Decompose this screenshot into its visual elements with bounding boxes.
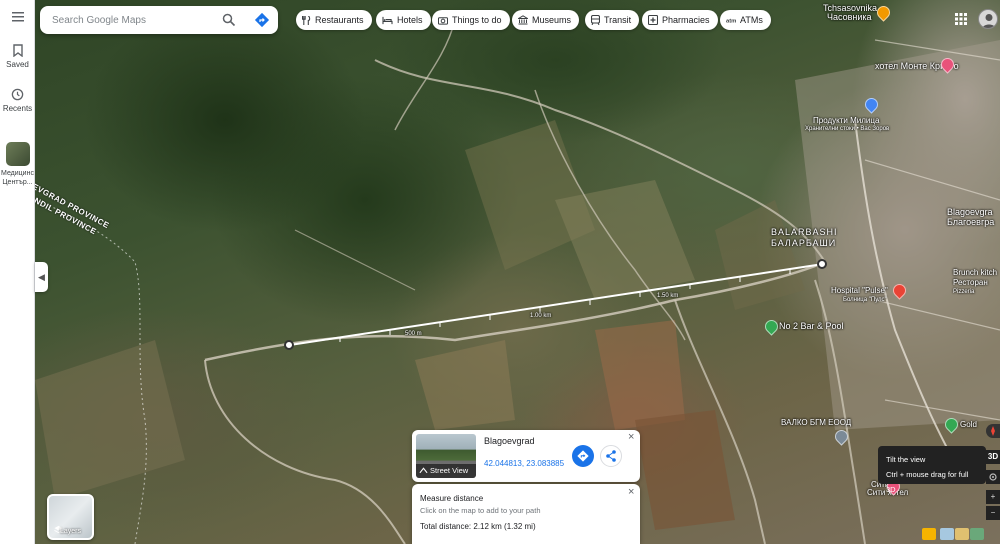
map-label-poi: Gold [960,420,977,429]
map-label-poi: Продукти Милица [813,116,880,125]
map-label-city: Благоевгра [947,217,995,227]
chip-label: Pharmacies [662,15,710,25]
measure-distance-card: Measure distance Click on the map to add… [412,484,640,544]
zoom-in-button[interactable]: + [986,490,1000,504]
directions-icon [577,450,589,462]
imagery-thumbnail[interactable] [940,528,954,540]
map-label-neighborhood: BALARBASHI [771,227,838,237]
map-label-poi: ВАЛКО БГМ ЕООД [781,418,852,427]
chevron-left-icon: ◀ [38,272,45,282]
map-label-poi: Болница "Пулс" [843,297,887,303]
museum-icon [518,15,528,25]
map-label-distance: 1.00 km [530,313,552,319]
recents-button[interactable]: Recents [0,88,35,113]
chip-label: Hotels [397,15,423,25]
search-box [40,6,278,34]
zoom-out-label: − [990,508,996,517]
saved-button[interactable]: Saved [0,44,35,69]
apps-grid-icon[interactable] [955,12,967,30]
my-location-button[interactable] [986,470,1000,484]
search-input[interactable] [52,12,212,28]
account-avatar[interactable] [978,9,998,29]
bookmark-icon [12,44,23,57]
chip-transit[interactable]: Transit [585,10,640,30]
map-label-distance: 1.50 km [657,293,679,299]
street-view-label[interactable]: Street View [416,464,476,478]
atm-icon: atm [726,19,736,25]
street-view-text: Street View [430,466,469,475]
map-label-poi: Хранителни стоки • Вас Зоров [805,126,890,132]
zoom-out-button[interactable]: − [986,506,1000,520]
3d-label: 3D [987,452,999,461]
pharmacy-icon [648,15,658,25]
chip-label: ATMs [740,15,763,25]
recents-label: Recents [2,104,33,113]
tilt-title: Tilt the view [886,455,926,464]
chip-hotels[interactable]: Hotels [376,10,431,30]
restaurant-icon [302,15,311,25]
map-label-poi: Ресторан [953,278,988,287]
directions-icon[interactable] [254,12,270,33]
chip-atms[interactable]: atm ATMs [720,10,771,30]
place-info-card: Street View Blagoevgrad 42.044813, 23.08… [412,430,640,482]
chip-pharmacies[interactable]: Pharmacies [642,10,718,30]
zoom-in-label: + [990,492,996,501]
chip-label: Things to do [452,15,502,25]
imagery-thumbnail[interactable] [970,528,984,540]
directions-button[interactable] [572,445,594,467]
measure-end-point[interactable] [817,259,827,269]
transit-icon [591,15,600,25]
recent-place-label: Медицинс Център... [1,170,34,186]
map-label-poi: No 2 Bar & Pool [779,321,844,331]
compass-icon [991,426,995,436]
layers-button[interactable]: Layers [47,494,94,540]
map-label-poi: Brunch kitch [953,268,998,277]
measure-total-distance: Total distance: 2.12 km (1.32 mi) [420,522,536,531]
hotel-icon [382,16,393,24]
location-icon [989,473,997,481]
3d-toggle-button[interactable]: 3D [986,450,1000,464]
close-icon[interactable]: × [628,432,634,443]
map-label-distance: 500 m [405,331,422,337]
search-icon[interactable] [222,13,236,32]
chip-restaurants[interactable]: Restaurants [296,10,372,30]
left-rail: Saved Recents Медицинс Център... [0,0,35,544]
tilt-tooltip: Tilt the view Ctrl + mouse drag for full… [878,446,986,494]
compass-button[interactable] [986,424,1000,438]
close-icon[interactable]: × [628,487,634,498]
menu-icon [11,12,24,22]
street-view-thumbnail[interactable]: Street View [416,434,476,478]
place-coordinates[interactable]: 42.044813, 23.083885 [484,459,564,468]
saved-label: Saved [6,60,29,69]
measure-start-point[interactable] [284,340,294,350]
recent-place-thumbnail [5,142,30,166]
map-label-poi: Hospital "Pulse" [831,286,888,295]
tilt-hint: Ctrl + mouse drag for full 3D [886,470,969,494]
history-icon [11,88,24,101]
imagery-thumbnail[interactable] [955,528,969,540]
place-title: Blagoevgrad [484,436,535,446]
measure-hint: Click on the map to add to your path [420,506,541,515]
share-button[interactable] [600,445,622,467]
camera-icon [438,16,448,25]
share-icon [606,450,616,462]
chip-label: Transit [604,15,632,25]
map-label-poi: Часовника [827,12,872,22]
map-label-poi: Pizzeria [953,289,975,295]
recent-place-item[interactable]: Медицинс Център... [0,142,35,187]
map-label-city: Blagoevgra [947,207,993,217]
map-label-neighborhood: БАЛАРБАШИ [771,238,837,248]
chip-label: Museums [532,15,572,25]
collapse-panel-button[interactable]: ◀ [35,262,48,292]
svg-text:atm: atm [726,19,736,25]
street-view-icon [419,467,428,474]
chip-label: Restaurants [315,15,364,25]
layers-label: Layers [59,528,81,535]
chip-things-to-do[interactable]: Things to do [432,10,510,30]
chip-museums[interactable]: Museums [512,10,580,30]
menu-button[interactable] [0,12,35,25]
measure-title: Measure distance [420,494,484,503]
pegman-icon[interactable] [922,528,936,540]
